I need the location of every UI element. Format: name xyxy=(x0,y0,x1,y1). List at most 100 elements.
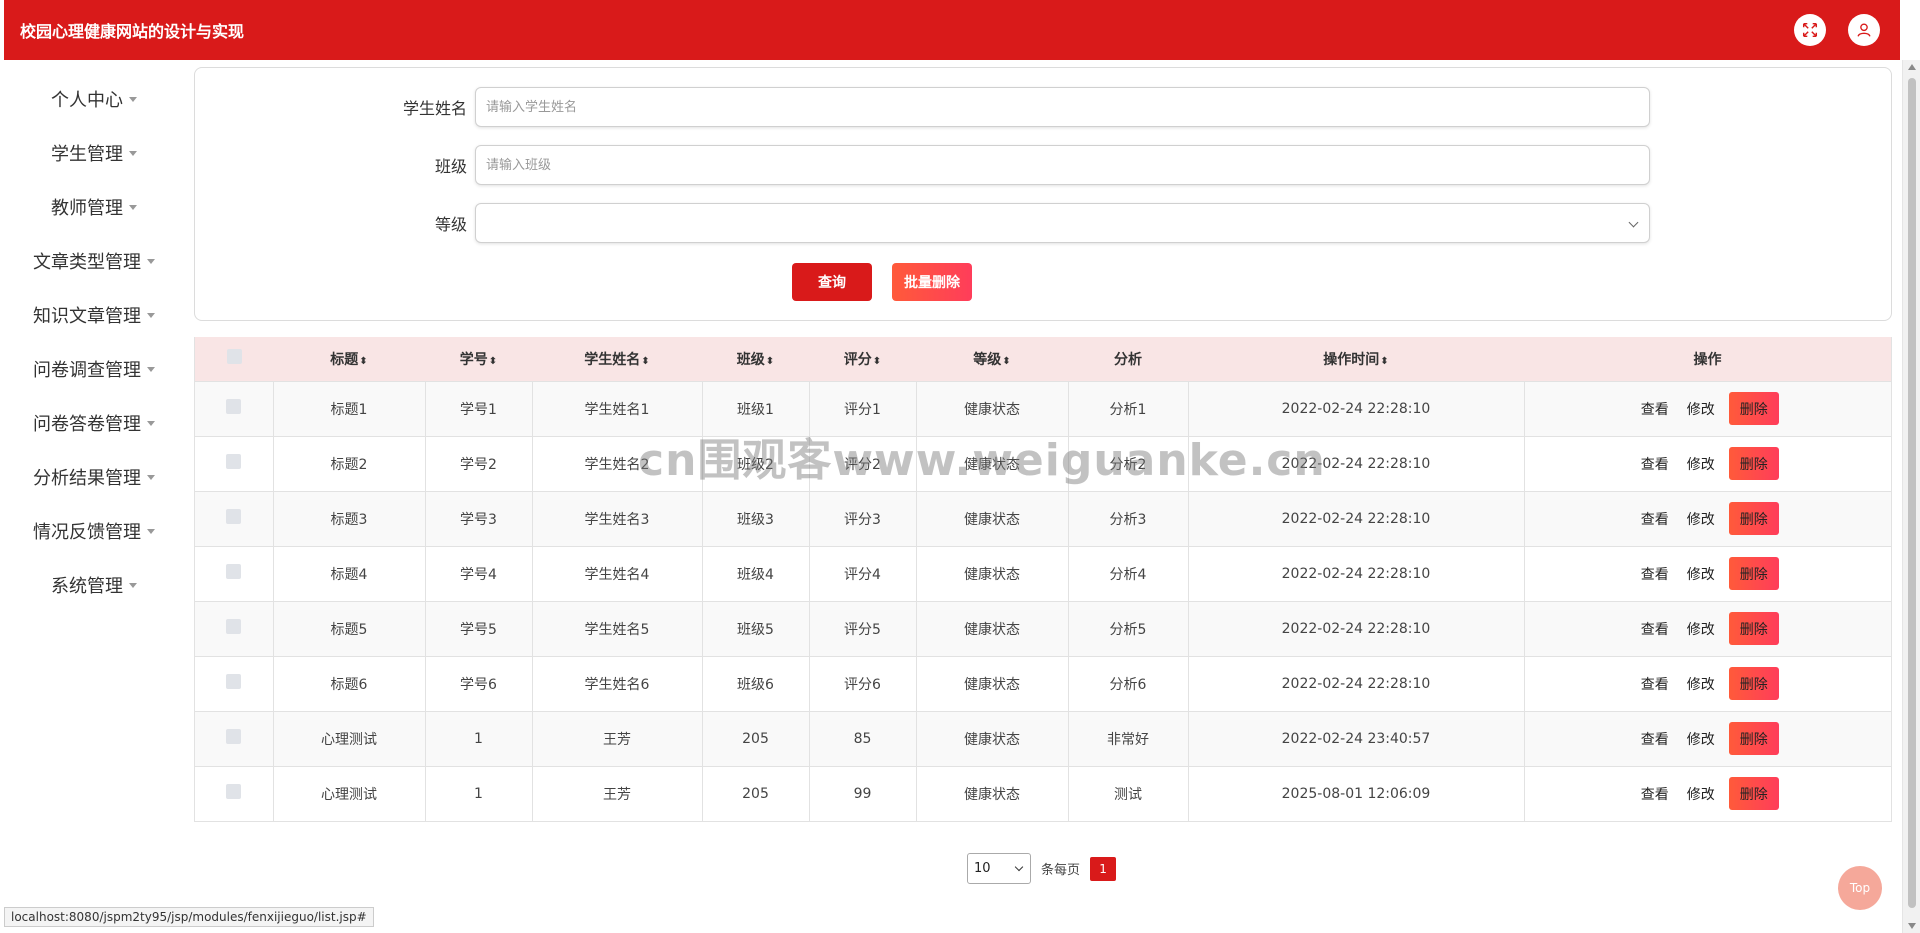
col-time-header[interactable]: 操作时间⬍ xyxy=(1188,337,1524,381)
user-button[interactable] xyxy=(1848,14,1880,46)
row-actions: 查看 修改 删除 xyxy=(1525,777,1892,810)
sidebar-item-knowledge-article-management[interactable]: 知识文章管理 xyxy=(4,288,184,342)
col-title-label: 标题 xyxy=(330,351,359,368)
col-name-header[interactable]: 学生姓名⬍ xyxy=(532,337,702,381)
col-title-header[interactable]: 标题⬍ xyxy=(273,337,425,381)
select-all-checkbox[interactable] xyxy=(226,349,242,365)
status-bar-url: localhost:8080/jspm2ty95/jsp/modules/fen… xyxy=(4,907,374,927)
row-checkbox[interactable] xyxy=(226,729,242,744)
cell-level: 健康状态 xyxy=(915,711,1068,766)
view-button[interactable]: 查看 xyxy=(1637,784,1673,804)
sidebar-item-answer-sheet-management[interactable]: 问卷答卷管理 xyxy=(4,396,184,450)
view-button[interactable]: 查看 xyxy=(1637,399,1673,419)
cell-title: 标题3 xyxy=(272,491,425,546)
back-to-top-button[interactable]: Top xyxy=(1838,866,1882,910)
view-button[interactable]: 查看 xyxy=(1637,619,1673,639)
cell-level: 健康状态 xyxy=(915,436,1068,491)
row-checkbox[interactable] xyxy=(226,509,242,524)
delete-button[interactable]: 删除 xyxy=(1728,392,1779,425)
delete-button[interactable]: 删除 xyxy=(1728,557,1779,590)
edit-button[interactable]: 修改 xyxy=(1683,729,1719,749)
col-score-label: 评分 xyxy=(843,351,872,368)
sidebar-item-analysis-result-management[interactable]: 分析结果管理 xyxy=(4,450,184,504)
delete-button[interactable]: 删除 xyxy=(1728,502,1779,535)
edit-button[interactable]: 修改 xyxy=(1683,619,1719,639)
row-checkbox[interactable] xyxy=(226,619,242,634)
col-analysis-header: 分析 xyxy=(1114,351,1142,368)
edit-button[interactable]: 修改 xyxy=(1683,784,1719,804)
fullscreen-button[interactable] xyxy=(1794,14,1826,46)
sidebar-item-label: 分析结果管理 xyxy=(33,468,141,489)
col-time-label: 操作时间 xyxy=(1323,351,1380,368)
scroll-up-icon[interactable] xyxy=(1908,64,1916,70)
sidebar-item-feedback-management[interactable]: 情况反馈管理 xyxy=(4,504,184,558)
level-select[interactable] xyxy=(475,203,1650,243)
col-student-id-header[interactable]: 学号⬍ xyxy=(425,337,532,381)
batch-delete-button[interactable]: 批量删除 xyxy=(892,263,972,301)
row-checkbox[interactable] xyxy=(226,454,242,469)
view-button[interactable]: 查看 xyxy=(1637,454,1673,474)
user-icon xyxy=(1857,23,1871,37)
sidebar-item-system-management[interactable]: 系统管理 xyxy=(4,558,184,612)
sidebar-item-personal-center[interactable]: 个人中心 xyxy=(4,72,184,126)
edit-button[interactable]: 修改 xyxy=(1683,454,1719,474)
col-score-header[interactable]: 评分⬍ xyxy=(809,337,916,381)
view-button[interactable]: 查看 xyxy=(1637,564,1673,584)
query-button[interactable]: 查询 xyxy=(792,263,872,301)
row-actions-cell: 查看 修改 删除 xyxy=(1523,546,1891,601)
delete-button[interactable]: 删除 xyxy=(1728,612,1779,645)
sidebar-item-article-type-management[interactable]: 文章类型管理 xyxy=(4,234,184,288)
delete-button[interactable]: 删除 xyxy=(1728,447,1779,480)
delete-button[interactable]: 删除 xyxy=(1728,667,1779,700)
sort-icon: ⬍ xyxy=(641,355,650,367)
delete-button[interactable]: 删除 xyxy=(1728,777,1779,810)
scroll-down-icon[interactable] xyxy=(1908,923,1916,929)
cell-class: 205 xyxy=(701,711,809,766)
edit-button[interactable]: 修改 xyxy=(1683,564,1719,584)
sidebar-item-label: 系统管理 xyxy=(51,576,123,597)
cell-title: 标题6 xyxy=(272,656,425,711)
cell-student-id: 学号4 xyxy=(424,546,532,601)
row-select-cell xyxy=(195,601,273,656)
row-checkbox[interactable] xyxy=(226,564,242,579)
view-button[interactable]: 查看 xyxy=(1637,674,1673,694)
view-button[interactable]: 查看 xyxy=(1637,729,1673,749)
row-checkbox[interactable] xyxy=(226,784,242,799)
table-row: 标题6 学号6 学生姓名6 班级6 评分6 健康状态 分析6 2022-02-24 22:28… xyxy=(195,656,1891,711)
sidebar-item-label: 个人中心 xyxy=(51,90,123,111)
page-number-button[interactable]: 1 xyxy=(1090,856,1117,881)
cell-name: 学生姓名4 xyxy=(531,546,702,601)
cell-level: 健康状态 xyxy=(915,381,1068,436)
cell-level: 健康状态 xyxy=(915,766,1068,821)
sidebar-item-teacher-management[interactable]: 教师管理 xyxy=(4,180,184,234)
edit-button[interactable]: 修改 xyxy=(1683,509,1719,529)
cell-class: 班级1 xyxy=(701,381,809,436)
cell-title: 标题1 xyxy=(272,381,425,436)
scrollbar-thumb[interactable] xyxy=(1908,78,1916,908)
page-size-select[interactable]: 10 xyxy=(967,853,1031,884)
cell-level: 健康状态 xyxy=(915,601,1068,656)
col-level-header[interactable]: 等级⬍ xyxy=(916,337,1068,381)
app-root: 校园心理健康网站的设计与实现 个人中心 学生管理 教师管理 文章类型管理 知识文… xyxy=(0,0,1920,933)
vertical-scrollbar[interactable] xyxy=(1902,60,1920,933)
class-input[interactable] xyxy=(475,145,1650,185)
cell-time: 2022-02-24 22:28:10 xyxy=(1187,436,1524,491)
view-button[interactable]: 查看 xyxy=(1637,509,1673,529)
cell-title: 标题4 xyxy=(272,546,425,601)
delete-button[interactable]: 删除 xyxy=(1728,722,1779,755)
cell-analysis: 非常好 xyxy=(1067,711,1188,766)
cell-time: 2022-02-24 22:28:10 xyxy=(1187,546,1524,601)
results-table-wrap: 标题⬍ 学号⬍ 学生姓名⬍ 班级⬍ 评分⬍ 等级⬍ 分析 操作时间⬍ 操作 标题… xyxy=(194,337,1892,822)
row-checkbox[interactable] xyxy=(226,674,242,689)
student-name-input[interactable] xyxy=(475,87,1650,127)
search-button-row: 查询 批量删除 xyxy=(792,263,972,301)
cell-score: 评分1 xyxy=(808,381,916,436)
sidebar-item-survey-management[interactable]: 问卷调查管理 xyxy=(4,342,184,396)
cell-name: 学生姓名3 xyxy=(531,491,702,546)
sort-icon: ⬍ xyxy=(1002,355,1011,367)
row-checkbox[interactable] xyxy=(226,399,242,414)
edit-button[interactable]: 修改 xyxy=(1683,674,1719,694)
edit-button[interactable]: 修改 xyxy=(1683,399,1719,419)
col-class-header[interactable]: 班级⬍ xyxy=(702,337,809,381)
sidebar-item-student-management[interactable]: 学生管理 xyxy=(4,126,184,180)
